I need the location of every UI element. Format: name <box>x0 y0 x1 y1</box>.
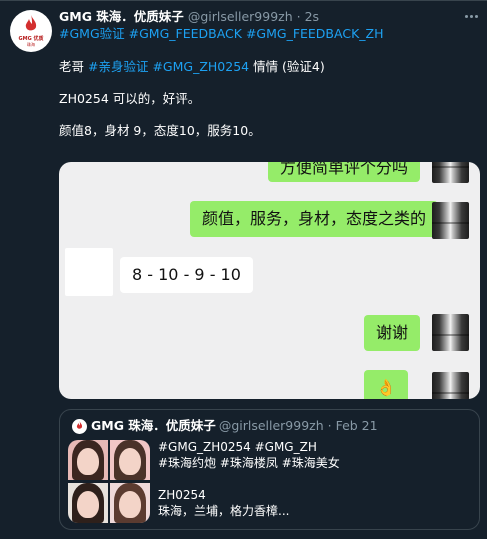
hashtag-link[interactable]: #亲身验证 <box>88 59 148 74</box>
tweet-header: GMG 珠海．优质妹子 @girlseller999zh · 2s <box>59 8 319 26</box>
quoted-photo <box>110 440 150 480</box>
quoted-photo <box>110 483 150 523</box>
tweet[interactable]: GMG 优质 珠海 GMG 珠海．优质妹子 @girlseller999zh · … <box>0 0 487 539</box>
tweet-time[interactable]: · 2s <box>297 9 319 24</box>
quoted-handle: @girlseller999zh · Feb 21 <box>218 418 378 433</box>
quoted-text-line: ZH0254 <box>158 488 206 502</box>
chat-avatar <box>65 248 113 296</box>
hashtag-link[interactable]: #GMG_ZH0254 <box>152 59 249 74</box>
quoted-photo-grid[interactable] <box>68 440 150 523</box>
quoted-photo <box>68 440 108 480</box>
quoted-header: GMG 珠海．优质妹子 @girlseller999zh · Feb 21 <box>91 417 378 435</box>
chat-avatar <box>432 162 469 183</box>
hashtag-link[interactable]: #GMG验证 <box>59 26 125 41</box>
hashtag-link[interactable]: #GMG_FEEDBACK <box>129 26 242 41</box>
flame-logo-icon <box>25 15 37 31</box>
quoted-avatar <box>72 419 87 434</box>
user-handle[interactable]: @girlseller999zh <box>188 9 293 24</box>
tweet-text-line: ZH0254 可以的，好评。 <box>59 91 201 106</box>
quoted-tweet[interactable]: GMG 珠海．优质妹子 @girlseller999zh · Feb 21 #GM… <box>59 409 480 530</box>
profile-avatar[interactable]: GMG 优质 珠海 <box>10 10 52 52</box>
chat-bubble: 颜值，服务，身材，态度之类的 <box>190 201 439 237</box>
hashtag-line: #GMG验证 #GMG_FEEDBACK #GMG_FEEDBACK_ZH <box>59 25 383 42</box>
chat-bubble: 谢谢 <box>364 315 421 351</box>
chat-bubble: 👌 <box>364 370 408 399</box>
display-name[interactable]: GMG 珠海．优质妹子 <box>59 9 184 24</box>
chat-bubble: 方便简单评个分吗 <box>268 162 421 182</box>
avatar-logo-text: GMG 优质 <box>18 36 44 42</box>
tweet-text-line: 颜值8，身材 9，态度10，服务10。 <box>59 123 261 138</box>
tweet-media-image[interactable]: 方便简单评个分吗 颜值，服务，身材，态度之类的 8 - 10 - 9 - 10 … <box>59 162 480 399</box>
quoted-photo <box>68 483 108 523</box>
hashtag-link[interactable]: #GMG_FEEDBACK_ZH <box>246 26 384 41</box>
chat-bubble: 8 - 10 - 9 - 10 <box>120 257 253 293</box>
flame-logo-icon <box>76 421 83 429</box>
quoted-display-name: GMG 珠海．优质妹子 <box>91 418 216 433</box>
tweet-text-line: 老哥 #亲身验证 #GMG_ZH0254 情情 (验证4) <box>59 59 325 74</box>
quoted-text-line: #GMG_ZH0254 #GMG_ZH <box>158 440 317 454</box>
more-options-icon[interactable] <box>464 9 480 23</box>
chat-avatar <box>432 314 469 351</box>
chat-avatar <box>432 202 469 239</box>
quoted-text-line: 珠海，兰埔，格力香樟... <box>158 504 290 518</box>
quoted-text-line: #珠海约炮 #珠海楼凤 #珠海美女 <box>158 456 340 470</box>
chat-avatar <box>432 372 469 399</box>
avatar-logo-subtext: 珠海 <box>27 42 35 47</box>
